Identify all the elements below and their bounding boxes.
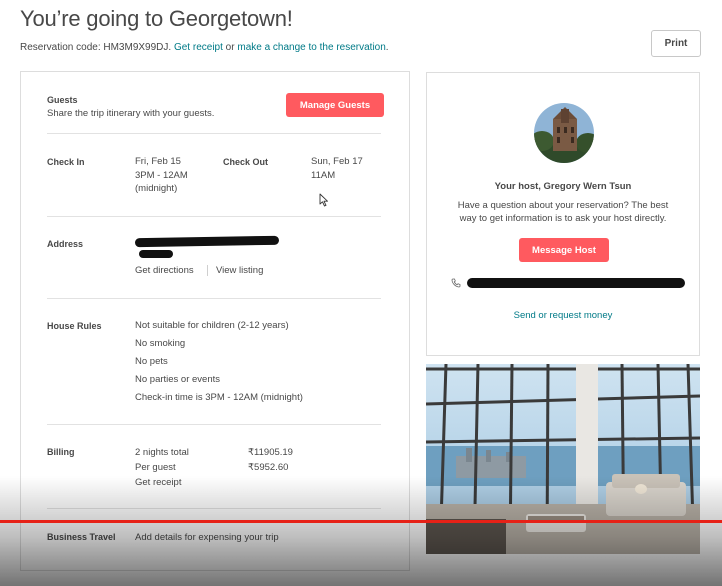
reservation-line: Reservation code: HM3M9X99DJ. Get receip… [20,42,389,53]
divider [47,298,381,299]
billing-total-label: 2 nights total [135,447,189,458]
message-host-button[interactable]: Message Host [519,238,609,262]
guests-description: Share the trip itinerary with your guest… [47,108,215,119]
listing-photo[interactable] [426,364,700,554]
divider [47,133,381,134]
check-in-time: 3PM - 12AM [135,170,188,181]
get-receipt-link[interactable]: Get receipt [174,42,223,53]
divider [47,508,381,509]
house-rule-item: No pets [135,356,168,367]
get-directions-link[interactable]: Get directions [135,264,194,277]
address-redaction [134,235,280,248]
host-card: Your host, Gregory Wern Tsun Have a ques… [426,72,700,356]
check-in-note: (midnight) [135,183,178,194]
or-text: or [225,42,235,53]
host-avatar-image [534,103,594,163]
send-request-money-link[interactable]: Send or request money [427,310,699,321]
address-redaction [139,250,173,258]
check-out-date: Sun, Feb 17 [311,156,363,167]
phone-icon [451,278,461,288]
host-question: Have a question about your reservation? … [457,200,669,224]
billing-per-guest-value: ₹5952.60 [248,462,289,473]
view-listing-link[interactable]: View listing [216,264,263,277]
period-text: . [385,42,389,53]
billing-total-value: ₹11905.19 [248,447,293,458]
host-name: Your host, Gregory Wern Tsun [494,181,632,192]
manage-guests-button[interactable]: Manage Guests [286,93,384,117]
mouse-cursor-icon [319,193,328,207]
print-button[interactable]: Print [651,30,701,57]
link-separator [207,265,208,276]
house-rule-item: No smoking [135,338,186,349]
house-rule-item: No parties or events [135,374,221,385]
check-in-label: Check In [47,157,85,167]
billing-get-receipt-link[interactable]: Get receipt [135,476,181,489]
house-rule-item: Not suitable for children (2-12 years) [135,320,289,331]
reservation-details-card: Guests Share the trip itinerary with you… [20,71,410,571]
listing-photo-image [426,364,700,554]
address-label: Address [47,239,84,249]
divider [47,216,381,217]
check-in-date: Fri, Feb 15 [135,156,181,167]
guests-label: Guests [47,95,78,105]
check-out-time: 11AM [311,170,336,181]
check-out-label: Check Out [223,157,269,167]
host-avatar[interactable] [534,103,594,163]
reservation-code: Reservation code: HM3M9X99DJ. [20,42,172,53]
expense-details-link[interactable]: Add details for expensing your trip [135,531,279,544]
business-travel-label: Business Travel [47,532,116,542]
page-title: You’re going to Georgetown! [20,6,293,31]
billing-per-guest-label: Per guest [135,462,176,473]
make-change-link[interactable]: make a change to the reservation [237,42,385,53]
house-rule-item: Check-in time is 3PM - 12AM (midnight) [135,392,303,403]
video-progress-bar[interactable] [0,520,722,523]
phone-number-redaction [467,278,685,288]
divider [47,424,381,425]
house-rules-label: House Rules [47,321,102,331]
billing-label: Billing [47,447,75,457]
